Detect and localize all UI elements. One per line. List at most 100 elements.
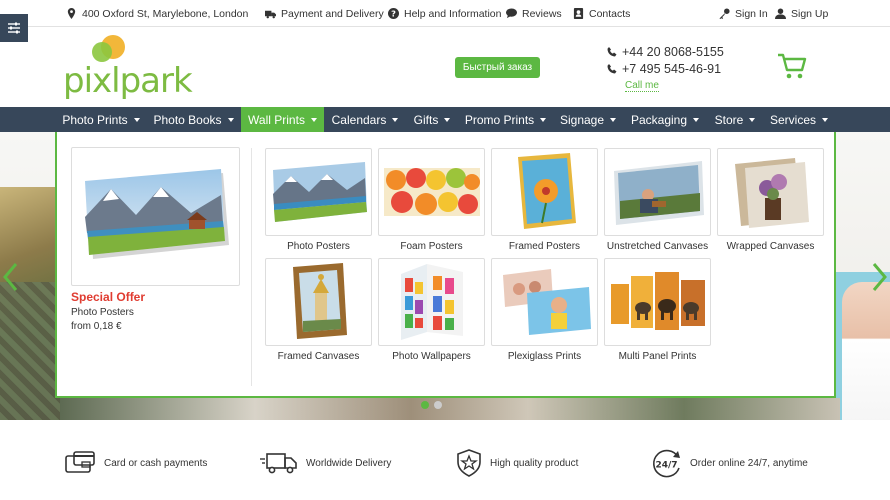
logo-text: pixlpark [63, 61, 193, 101]
delivery-truck-icon [260, 453, 297, 474]
special-offer-image[interactable] [71, 147, 240, 286]
product-thumb [265, 258, 372, 346]
photo-poster-image [84, 168, 229, 259]
chevron-down-icon [749, 117, 756, 122]
top-bar: 400 Oxford St, Marylebone, London Paymen… [0, 0, 890, 27]
chevron-down-icon [444, 117, 451, 122]
feature-delivery: Worldwide Delivery [260, 449, 391, 477]
product-thumb [604, 148, 711, 236]
shield-star-icon [457, 449, 481, 477]
nav-item-gifts[interactable]: Gifts [406, 107, 458, 132]
location-pin-icon [67, 8, 76, 19]
truck-icon [265, 10, 276, 19]
reviews-link[interactable]: Reviews [506, 6, 562, 21]
product-thumb [265, 148, 372, 236]
features-bar: Card or cash payments Worldwide Delivery… [0, 420, 890, 500]
feature-quality: High quality product [456, 449, 578, 477]
product-foam-posters[interactable]: Foam Posters [378, 148, 485, 252]
product-thumb [717, 148, 824, 236]
contacts-link[interactable]: Contacts [573, 6, 630, 21]
feature-online: 24/7 Order online 24/7, anytime [651, 449, 808, 477]
product-photo-posters[interactable]: Photo Posters [265, 148, 372, 252]
nav-label: Signage [559, 112, 605, 127]
special-offer-title[interactable]: Special Offer [71, 290, 145, 304]
chevron-right-icon[interactable] [872, 262, 888, 292]
plexiglass-prints-image [502, 269, 591, 335]
product-wrapped-canvases[interactable]: Wrapped Canvases [717, 148, 824, 252]
phone-line-2[interactable]: +7 495 545-46-91 [607, 60, 724, 77]
product-thumb [604, 258, 711, 346]
multi-panel-prints-image [610, 272, 705, 330]
special-offer-price: from 0,18 € [71, 321, 122, 332]
product-label: Framed Posters [508, 241, 581, 252]
product-framed-posters[interactable]: Framed Posters [491, 148, 598, 252]
banner-image-right [842, 282, 890, 420]
nav-item-photo-books[interactable]: Photo Books [147, 107, 240, 132]
contacts-text: Contacts [589, 7, 631, 20]
wallet-card-icon [65, 451, 95, 473]
wall-prints-mega-menu: Special Offer Photo Posters from 0,18 € … [55, 132, 836, 398]
product-label: Foam Posters [400, 241, 463, 252]
chevron-down-icon [540, 117, 547, 122]
product-label: Photo Wallpapers [392, 351, 471, 362]
sign-up-link[interactable]: Sign Up [775, 6, 828, 21]
clock-24-7-icon: 24/7 [653, 449, 680, 477]
help-link[interactable]: ? Help and Information [388, 6, 501, 21]
product-multi-panel-prints[interactable]: Multi Panel Prints [604, 258, 711, 362]
nav-item-signage[interactable]: Signage [553, 107, 623, 132]
wrapped-canvases-image [734, 158, 809, 228]
address-link[interactable]: 400 Oxford St, Marylebone, London [66, 6, 248, 21]
address-text: 400 Oxford St, Marylebone, London [82, 7, 249, 20]
chevron-down-icon [310, 117, 317, 122]
call-me-link[interactable]: Call me [625, 80, 659, 92]
carousel-dot[interactable] [421, 401, 429, 409]
product-thumb [491, 148, 598, 236]
user-icon [775, 8, 786, 19]
nav-item-store[interactable]: Store [707, 107, 763, 132]
feature-delivery-text: Worldwide Delivery [306, 457, 392, 469]
address-book-icon [573, 8, 584, 19]
sign-in-link[interactable]: Sign In [719, 6, 768, 21]
carousel-dot[interactable] [434, 401, 442, 409]
photo-wallpapers-image [400, 264, 463, 340]
carousel-dots [421, 401, 442, 409]
feature-online-text: Order online 24/7, anytime [690, 457, 808, 469]
nav-item-services[interactable]: Services [764, 107, 834, 132]
photo-posters-image [272, 162, 367, 222]
product-label: Plexiglass Prints [507, 351, 582, 362]
chevron-left-icon[interactable] [2, 262, 18, 292]
sign-up-text: Sign Up [791, 7, 829, 20]
product-unstretched-canvases[interactable]: Unstretched Canvases [604, 148, 711, 252]
nav-label: Photo Prints [62, 112, 128, 127]
product-photo-wallpapers[interactable]: Photo Wallpapers [378, 258, 485, 362]
nav-label: Promo Prints [464, 112, 535, 127]
nav-item-calendars[interactable]: Calendars [325, 107, 405, 132]
framed-canvases-image [292, 263, 347, 339]
product-label: Framed Canvases [277, 351, 360, 362]
chevron-down-icon [392, 117, 399, 122]
nav-item-promo-prints[interactable]: Promo Prints [459, 107, 552, 132]
phone-block: +44 20 8068-5155 +7 495 545-46-91 Call m… [607, 43, 724, 92]
nav-item-packaging[interactable]: Packaging [624, 107, 706, 132]
product-thumb [378, 148, 485, 236]
question-icon: ? [388, 8, 399, 19]
cart-button[interactable] [777, 52, 807, 80]
nav-item-photo-prints[interactable]: Photo Prints [56, 107, 146, 132]
feature-payments: Card or cash payments [64, 449, 207, 477]
settings-toggle-button[interactable] [0, 14, 28, 42]
nav-label: Photo Books [153, 112, 222, 127]
product-framed-canvases[interactable]: Framed Canvases [265, 258, 372, 362]
reviews-text: Reviews [522, 7, 562, 20]
phone-line-1[interactable]: +44 20 8068-5155 [607, 43, 724, 60]
product-label: Photo Posters [287, 241, 350, 252]
payment-delivery-link[interactable]: Payment and Delivery [265, 6, 384, 21]
sign-in-text: Sign In [735, 7, 768, 20]
product-plexiglass-prints[interactable]: Plexiglass Prints [491, 258, 598, 362]
phone-icon [607, 46, 617, 56]
svg-text:?: ? [391, 8, 396, 18]
nav-item-wall-prints[interactable]: Wall Prints [241, 107, 324, 132]
badge-24-7: 24/7 [655, 460, 677, 470]
quick-order-button[interactable]: Быстрый заказ [455, 57, 540, 78]
special-offer-product: Photo Posters [71, 307, 134, 318]
pixlpark-logo[interactable]: pixlpark [63, 34, 193, 100]
